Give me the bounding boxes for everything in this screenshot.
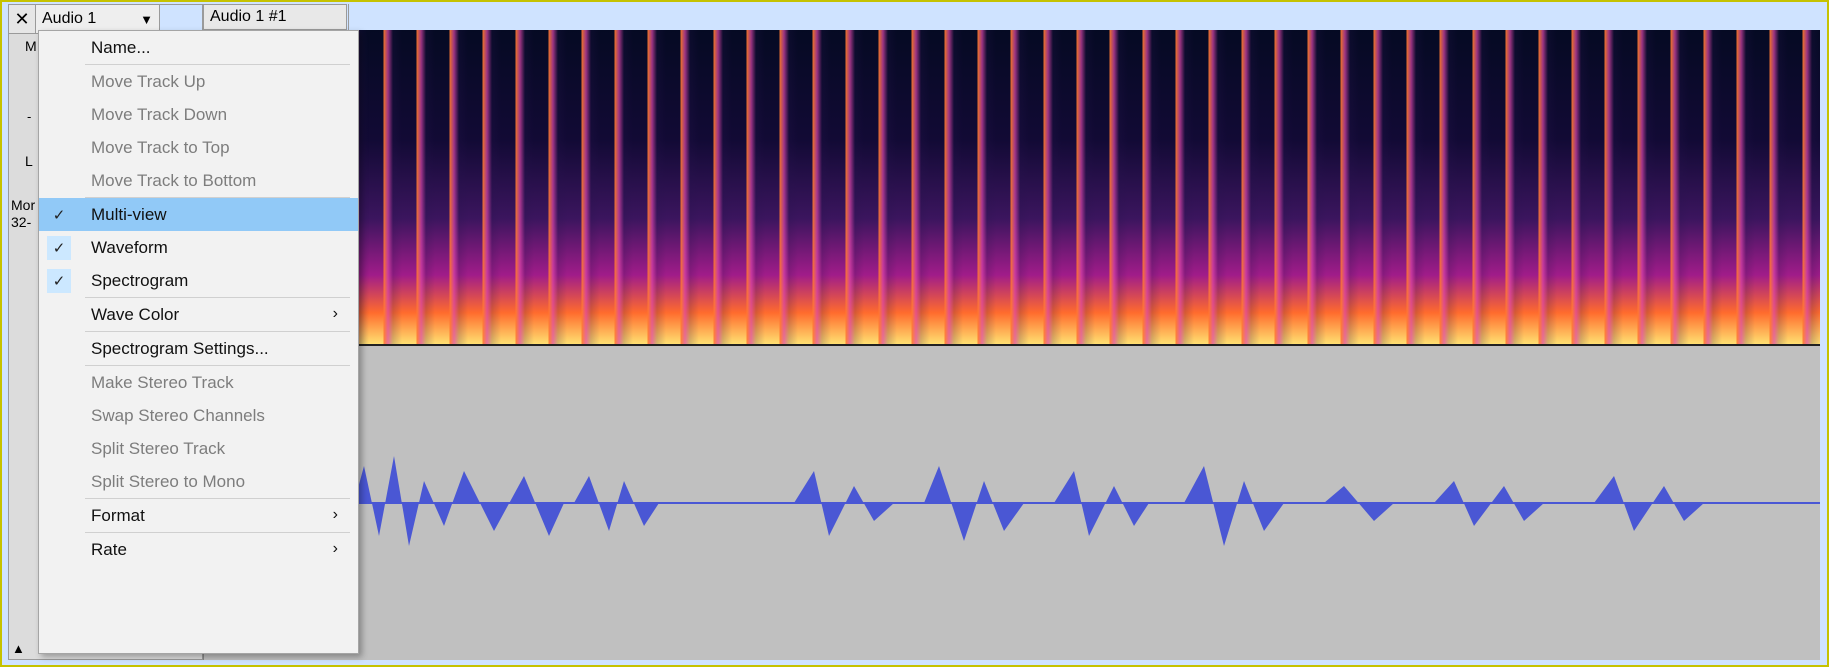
- menu-item-label: Make Stereo Track: [91, 372, 234, 392]
- track-info: Mor 32-: [11, 197, 35, 231]
- menu-item-multi-view[interactable]: ✓ Multi-view: [39, 198, 358, 231]
- check-icon: ✓: [47, 269, 71, 293]
- menu-item-label: Waveform: [91, 237, 168, 257]
- chevron-down-icon: ▼: [140, 11, 153, 27]
- close-icon[interactable]: ✕: [9, 5, 36, 33]
- menu-item-split-stereo-to-mono[interactable]: Split Stereo to Mono: [39, 465, 358, 498]
- track-context-menu: Name... Move Track Up Move Track Down Mo…: [38, 30, 359, 654]
- check-icon: ✓: [47, 203, 71, 227]
- menu-item-label: Spectrogram: [91, 270, 189, 290]
- menu-item-label: Move Track Up: [91, 71, 206, 91]
- menu-item-move-track-up[interactable]: Move Track Up: [39, 65, 358, 98]
- menu-item-label: Move Track to Top: [91, 137, 230, 157]
- menu-item-label: Swap Stereo Channels: [91, 405, 265, 425]
- menu-item-label: Move Track Down: [91, 104, 228, 124]
- track-info-line: Mor: [11, 197, 36, 213]
- menu-item-swap-stereo-channels[interactable]: Swap Stereo Channels: [39, 399, 358, 432]
- clip-body[interactable]: [203, 30, 1820, 660]
- track-header-spacer: [160, 5, 202, 33]
- pan-slider-label: L: [25, 153, 33, 169]
- chevron-right-icon: ›: [332, 506, 338, 523]
- menu-item-label: Spectrogram Settings...: [91, 338, 269, 358]
- menu-item-waveform[interactable]: ✓ Waveform: [39, 231, 358, 264]
- track-name-dropdown[interactable]: Audio 1 ▼: [36, 5, 160, 33]
- menu-item-spectrogram-settings[interactable]: Spectrogram Settings...: [39, 332, 358, 365]
- menu-item-label: Wave Color: [91, 304, 180, 324]
- track-name-label: Audio 1: [42, 10, 97, 27]
- menu-item-split-stereo-track[interactable]: Split Stereo Track: [39, 432, 358, 465]
- menu-item-name[interactable]: Name...: [39, 31, 358, 64]
- waveform-view[interactable]: [204, 346, 1820, 660]
- check-icon: ✓: [47, 236, 71, 260]
- menu-item-move-track-to-top[interactable]: Move Track to Top: [39, 131, 358, 164]
- menu-item-label: Format: [91, 505, 145, 525]
- menu-item-move-track-down[interactable]: Move Track Down: [39, 98, 358, 131]
- menu-item-label: Name...: [91, 37, 151, 57]
- menu-item-wave-color[interactable]: Wave Color ›: [39, 298, 358, 331]
- menu-item-move-track-to-bottom[interactable]: Move Track to Bottom: [39, 164, 358, 197]
- gain-slider-label: -: [27, 109, 32, 124]
- menu-item-label: Move Track to Bottom: [91, 170, 257, 190]
- menu-item-label: Split Stereo to Mono: [91, 471, 246, 491]
- menu-item-format[interactable]: Format ›: [39, 499, 358, 532]
- menu-item-make-stereo-track[interactable]: Make Stereo Track: [39, 366, 358, 399]
- triangle-up-icon[interactable]: ▲: [12, 641, 34, 661]
- chevron-right-icon: ›: [332, 540, 338, 557]
- spectrogram-view[interactable]: [204, 30, 1820, 344]
- clip-title-bar[interactable]: [348, 4, 1820, 31]
- menu-item-rate[interactable]: Rate ›: [39, 533, 358, 566]
- menu-item-label: Rate: [91, 539, 127, 559]
- clip-title[interactable]: Audio 1 #1: [203, 4, 347, 30]
- menu-item-spectrogram[interactable]: ✓ Spectrogram: [39, 264, 358, 297]
- chevron-right-icon: ›: [332, 305, 338, 322]
- track-info-line: 32-: [11, 214, 32, 230]
- menu-item-label: Multi-view: [91, 204, 167, 224]
- menu-item-label: Split Stereo Track: [91, 438, 226, 458]
